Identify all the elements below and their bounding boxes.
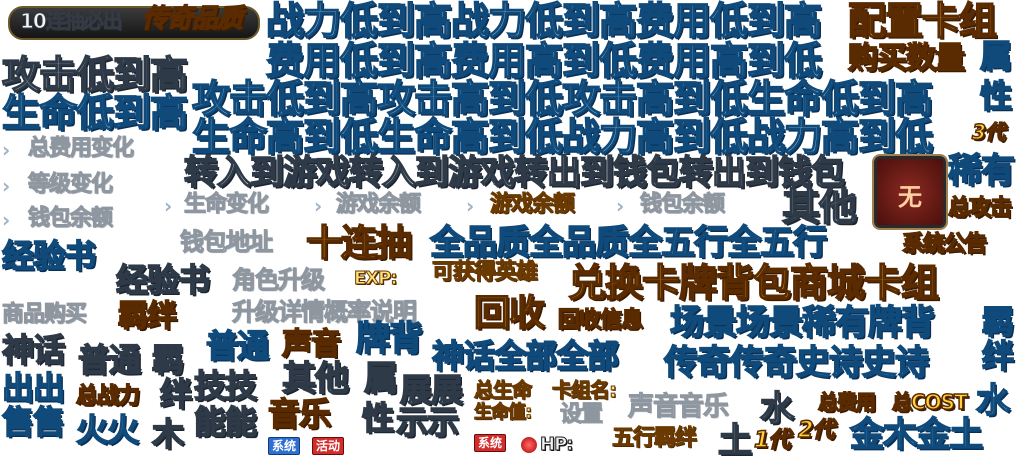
fetter-label: 羁绊 <box>117 299 178 334</box>
ten-draw-label: 十连抽 <box>305 223 413 264</box>
sell-label: 出出 <box>1 369 66 407</box>
xing-label: 性 <box>361 399 395 437</box>
sound-label: 声音 <box>281 327 342 362</box>
hp-dot-icon <box>520 436 538 454</box>
gen2-label: 2代 <box>797 418 835 443</box>
skill-label: 技技 <box>193 367 258 405</box>
hp-label: HP: <box>539 434 573 455</box>
normal-label: 普通 <box>77 341 142 379</box>
attr-char: 属 <box>979 37 1013 75</box>
earth-label: 土 <box>717 421 753 461</box>
all-quality-row: 全品质全品质全五行全五行 <box>429 223 828 263</box>
fire-label: 火火 <box>75 411 140 449</box>
exp-book-label: 经验书 <box>1 237 97 275</box>
level-change: 等级变化 <box>27 172 113 197</box>
chevron-right-icon: › <box>314 194 323 218</box>
event-tab-badge[interactable]: 活动 <box>312 437 345 455</box>
sort-row-1: 战力低到高战力低到高费用低到高 <box>265 0 823 43</box>
life-value-label: 生命值: <box>473 402 532 423</box>
neng-label: 能能 <box>193 403 258 441</box>
sell-label-2: 售售 <box>1 403 66 441</box>
total-life-label: 总生命 <box>474 378 533 402</box>
chevron-right-icon: › <box>2 174 11 198</box>
config-deck-label: 配置卡组 <box>847 0 998 43</box>
fetter-right: 羁 <box>981 303 1015 341</box>
music-label: 音乐 <box>267 395 332 433</box>
wood-label: 木 <box>151 415 185 453</box>
total-power-label: 总战力 <box>75 384 141 409</box>
life-change: 生命变化 <box>183 192 269 217</box>
normal-label-2: 普通 <box>205 327 270 365</box>
system-tab-badge-2[interactable]: 系统 <box>474 434 507 452</box>
card-name-label: 卡组名: <box>552 378 618 402</box>
myth-label: 神话 <box>1 331 66 369</box>
buy-count-label: 购买数量 <box>847 41 966 76</box>
sort-row-2: 费用低到高费用高到低费用高到低 <box>265 39 823 83</box>
total-attack-label: 总攻击 <box>947 196 1013 221</box>
other-label-2: 其他 <box>281 359 350 399</box>
legend-epic-row: 传奇传奇史诗史诗 <box>663 343 930 383</box>
chevron-right-icon: › <box>2 138 11 162</box>
total-cost-change: 总费用变化 <box>27 136 134 161</box>
five-fetter-label: 五行羁绊 <box>611 426 697 451</box>
exp-book-label-2: 经验书 <box>115 261 211 299</box>
shi-label: 示示 <box>395 403 460 441</box>
banner-prefix: 10连抽必出 <box>20 9 124 33</box>
other-label: 其他 <box>781 185 858 229</box>
sort-attack-low-high: 攻击低到高 <box>1 53 189 97</box>
system-tab-badge[interactable]: 系统 <box>268 437 301 455</box>
none-slot-label: 无 <box>898 183 922 211</box>
chevron-right-icon: › <box>466 194 475 218</box>
jie-right: 绊 <box>981 337 1015 375</box>
sort-row-5: 攻击低到高攻击高到低攻击高到低生命低到高 <box>191 77 934 121</box>
chevron-right-icon: › <box>616 194 625 218</box>
sort-row-6: 生命高到低生命高到低战力高到低战力高到低 <box>191 115 934 159</box>
chevron-right-icon: › <box>164 194 173 218</box>
sound-music-label: 声音音乐 <box>627 392 729 422</box>
chevron-right-icon: › <box>2 208 11 232</box>
wallet-balance-2: 钱包余额 <box>639 192 725 217</box>
wallet-balance: 钱包余额 <box>27 206 113 231</box>
total-cost-label: 总费用 <box>817 390 877 414</box>
exchange-row: 兑换卡牌背包商城卡组 <box>567 261 940 305</box>
sort-life-low-high: 生命低到高 <box>1 91 189 135</box>
wallet-address: 钱包地址 <box>180 228 274 256</box>
recycle-info: 回收信息 <box>557 308 644 333</box>
can-get-hero: 可获得英雄 <box>431 260 538 285</box>
game-balance-gold: 游戏余额 <box>489 192 575 217</box>
water-label: 水 <box>759 389 795 429</box>
show-label: 展展 <box>399 371 464 409</box>
jie-vertical: 绊 <box>159 375 193 413</box>
recycle-label: 回收 <box>473 293 546 334</box>
exp-label: EXP: <box>354 268 399 289</box>
card-back-label: 牌背 <box>355 319 424 359</box>
gen1-label: 1代 <box>753 428 791 453</box>
rare-label: 稀有 <box>947 151 1016 191</box>
total-cost-en-label: 总COST <box>891 390 968 414</box>
shop-buy: 商品购买 <box>1 302 87 327</box>
none-slot-icon[interactable]: 无 <box>874 156 946 228</box>
game-balance: 游戏余额 <box>335 192 421 217</box>
gen3-label: 3代 <box>971 120 1005 144</box>
metal-wood-row: 金木金土 <box>849 415 984 455</box>
scene-row: 场景场景稀有牌背 <box>669 303 936 343</box>
role-upgrade: 角色升级 <box>232 266 326 294</box>
nature-char: 性 <box>979 77 1013 115</box>
myth-all-row: 神话全部全部 <box>431 337 620 375</box>
transfer-row: 转入到游戏转入到游戏转出到钱包转出到钱包 <box>183 153 846 193</box>
settings-label[interactable]: 设置 <box>559 403 603 426</box>
banner-highlight: 传奇品质 <box>141 4 244 34</box>
fetter-vertical: 羁 <box>151 341 185 379</box>
system-notice-label: 系统公告 <box>901 232 988 257</box>
attr-label-2: 属 <box>363 359 399 399</box>
water-label-2: 水 <box>975 381 1011 421</box>
